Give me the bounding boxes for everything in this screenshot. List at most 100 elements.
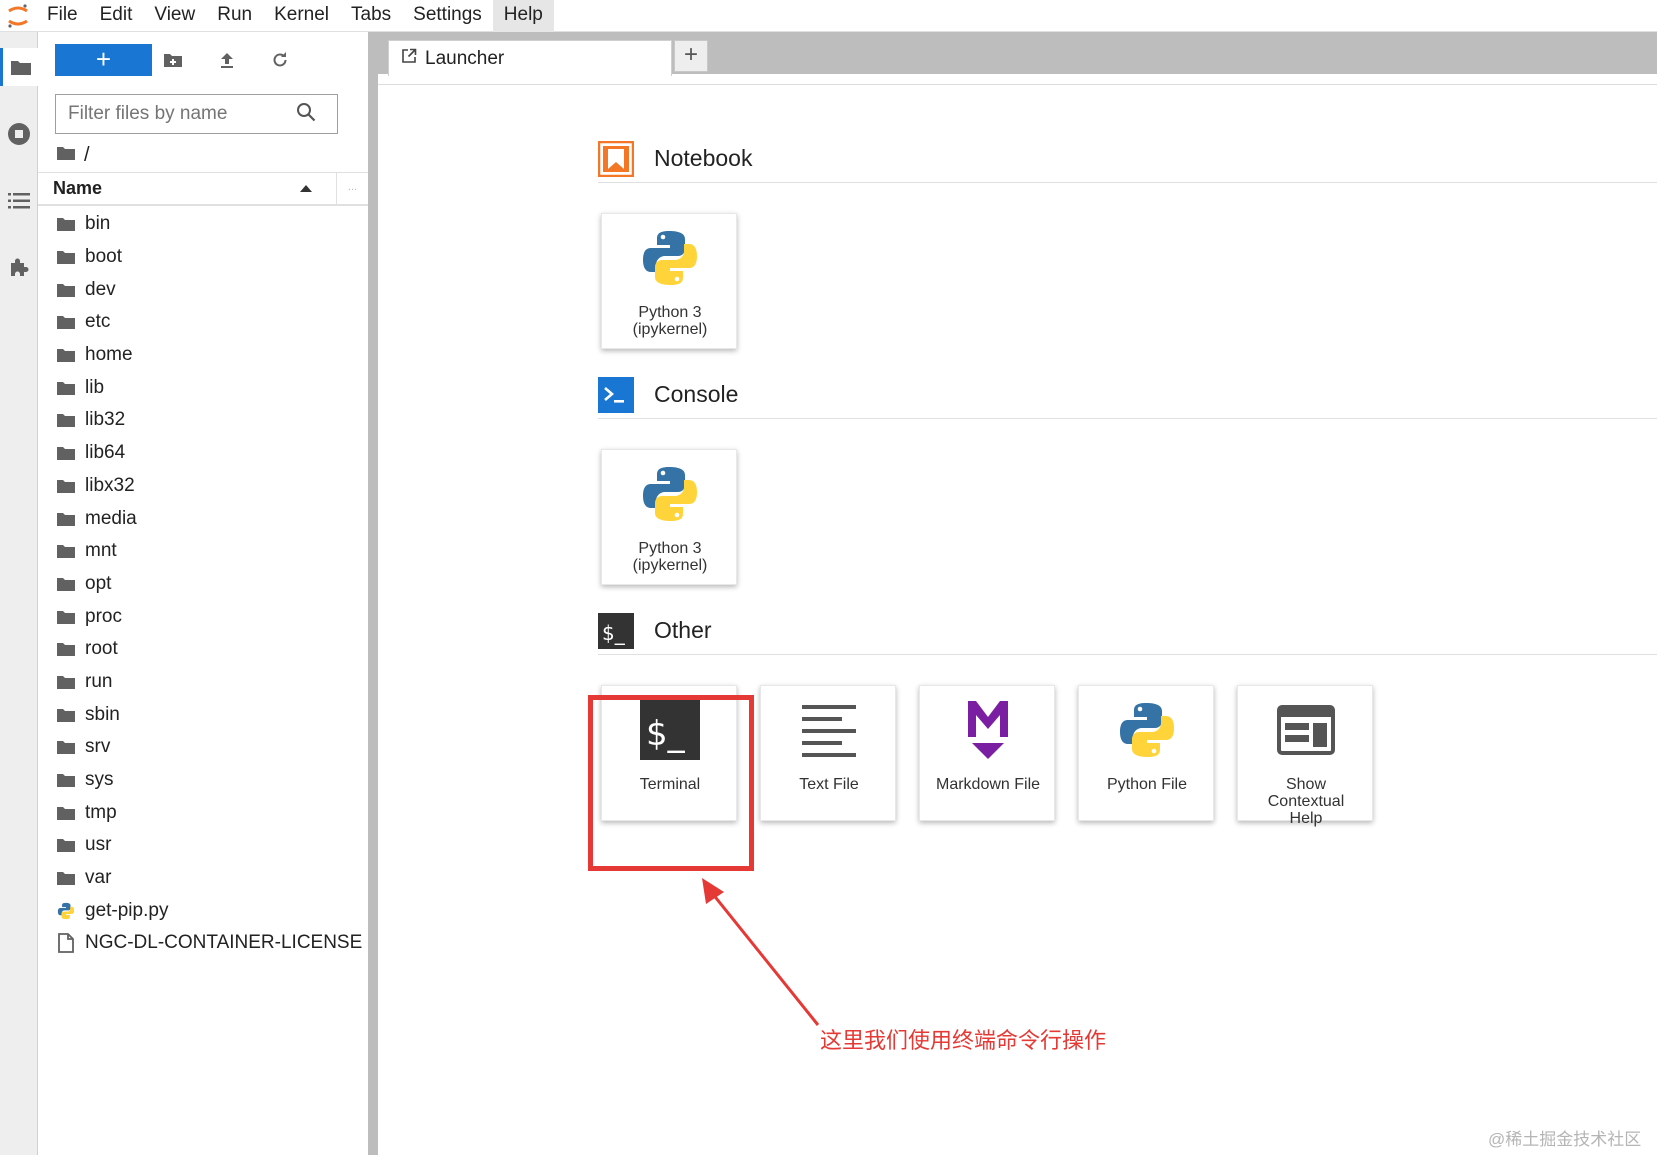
menu-run[interactable]: Run: [206, 0, 263, 32]
menu-help[interactable]: Help: [492, 0, 554, 32]
toc-icon[interactable]: [0, 182, 38, 220]
file-list-item[interactable]: NGC-DL-CONTAINER-LICENSE: [38, 927, 368, 960]
file-icon: [56, 933, 76, 954]
jupyter-logo-icon: [0, 0, 36, 32]
annotation-text: 这里我们使用终端命令行操作: [820, 1028, 1107, 1053]
watermark: @稀土掘金技术社区: [1488, 1130, 1642, 1149]
file-name: sbin: [85, 703, 120, 725]
python-icon: [1113, 696, 1181, 764]
new-launcher-button[interactable]: +: [55, 44, 152, 76]
file-list-item[interactable]: tmp: [38, 796, 368, 829]
card-python-file[interactable]: Python File: [1078, 685, 1214, 821]
file-list-item[interactable]: bin: [38, 208, 368, 241]
file-list-item[interactable]: lib32: [38, 404, 368, 437]
file-name: run: [85, 670, 113, 692]
upload-icon[interactable]: [213, 46, 241, 74]
python-icon: [636, 224, 704, 292]
file-list-item[interactable]: root: [38, 633, 368, 666]
breadcrumb-root[interactable]: /: [84, 144, 90, 167]
file-name: media: [85, 507, 137, 529]
file-list-item[interactable]: media: [38, 502, 368, 535]
file-list-item[interactable]: var: [38, 862, 368, 895]
file-name: root: [85, 638, 118, 660]
folder-icon: [56, 574, 76, 594]
file-list-item[interactable]: usr: [38, 829, 368, 862]
file-list-item[interactable]: sbin: [38, 698, 368, 731]
markdown-icon: [954, 696, 1022, 764]
menu-edit[interactable]: Edit: [89, 0, 144, 32]
contextual-help-icon: [1272, 696, 1340, 764]
card-label-line3: Help: [1289, 810, 1323, 827]
file-list-item[interactable]: proc: [38, 600, 368, 633]
folder-icon[interactable]: [0, 48, 38, 86]
column-more[interactable]: ...: [336, 173, 368, 205]
file-name: home: [85, 344, 133, 366]
file-list-item[interactable]: home: [38, 339, 368, 372]
annotation-highlight-box: [588, 695, 754, 871]
file-browser-panel: + / Name ... bin boot dev etc home lib lib32 li…: [38, 32, 378, 1155]
extension-icon[interactable]: [0, 248, 38, 286]
file-list-item[interactable]: opt: [38, 568, 368, 601]
file-name: dev: [85, 278, 116, 300]
card-label-line2: (ipykernel): [632, 557, 708, 574]
file-name: usr: [85, 834, 112, 856]
search-icon: [296, 102, 316, 127]
filter-files-input[interactable]: [56, 96, 296, 132]
file-list-item[interactable]: boot: [38, 241, 368, 274]
refresh-icon[interactable]: [266, 46, 294, 74]
menu-settings[interactable]: Settings: [402, 0, 493, 32]
file-list-item[interactable]: sys: [38, 764, 368, 797]
running-icon[interactable]: [0, 115, 38, 153]
file-name: tmp: [85, 801, 117, 823]
menu-file[interactable]: File: [36, 0, 89, 32]
file-name: NGC-DL-CONTAINER-LICENSE: [85, 932, 363, 954]
folder-icon: [56, 443, 76, 463]
add-tab-button[interactable]: +: [674, 40, 708, 72]
file-name: lib32: [85, 409, 126, 431]
card-label: Python File: [1079, 776, 1215, 793]
file-list-item[interactable]: etc: [38, 306, 368, 339]
section-other: $_ Other: [598, 607, 1657, 655]
file-name: sys: [85, 769, 114, 791]
folder-icon: [56, 410, 76, 430]
card-label: Python 3 (ipykernel): [602, 540, 738, 574]
section-notebook-title: Notebook: [654, 145, 753, 171]
file-name: srv: [85, 736, 111, 758]
file-list-item[interactable]: dev: [38, 273, 368, 306]
file-name: libx32: [85, 474, 135, 496]
card-text-file[interactable]: Text File: [760, 685, 896, 821]
annotation-arrow: [702, 878, 820, 1026]
file-list-item[interactable]: srv: [38, 731, 368, 764]
card-console-python3[interactable]: Python 3 (ipykernel): [601, 449, 737, 585]
svg-text:$_: $_: [602, 621, 626, 645]
tab-bar: Launcher +: [378, 32, 1657, 76]
menu-kernel[interactable]: Kernel: [263, 0, 340, 32]
file-list-item[interactable]: libx32: [38, 470, 368, 503]
file-list-item[interactable]: lib: [38, 371, 368, 404]
card-label-line2: (ipykernel): [632, 321, 708, 338]
menu-tabs[interactable]: Tabs: [340, 0, 402, 32]
file-list-item[interactable]: get-pip.py: [38, 894, 368, 927]
file-list-item[interactable]: run: [38, 666, 368, 699]
section-console-title: Console: [654, 381, 739, 407]
file-list-item[interactable]: lib64: [38, 437, 368, 470]
menu-bar: File Edit View Run Kernel Tabs Settings …: [0, 0, 1657, 32]
card-label: Text File: [761, 776, 897, 793]
breadcrumb-folder-icon[interactable]: [56, 144, 76, 167]
tab-launcher-label: Launcher: [425, 47, 505, 69]
folder-icon: [56, 868, 76, 888]
card-label-line1: Python File: [1106, 776, 1188, 793]
card-markdown-file[interactable]: Markdown File: [919, 685, 1055, 821]
new-folder-icon[interactable]: [159, 46, 187, 74]
tab-launcher[interactable]: Launcher: [388, 40, 672, 76]
sort-ascending-icon[interactable]: [300, 185, 312, 192]
card-label-line1: Markdown File: [935, 776, 1041, 793]
card-contextual-help[interactable]: Show Contextual Help: [1237, 685, 1373, 827]
other-terminal-icon: $_: [598, 612, 634, 649]
file-list-item[interactable]: mnt: [38, 535, 368, 568]
card-notebook-python3[interactable]: Python 3 (ipykernel): [601, 213, 737, 349]
menu-view[interactable]: View: [143, 0, 206, 32]
card-label: Show Contextual Help: [1238, 776, 1374, 827]
filter-files-field[interactable]: [55, 94, 338, 134]
column-name-header[interactable]: Name: [53, 178, 102, 199]
